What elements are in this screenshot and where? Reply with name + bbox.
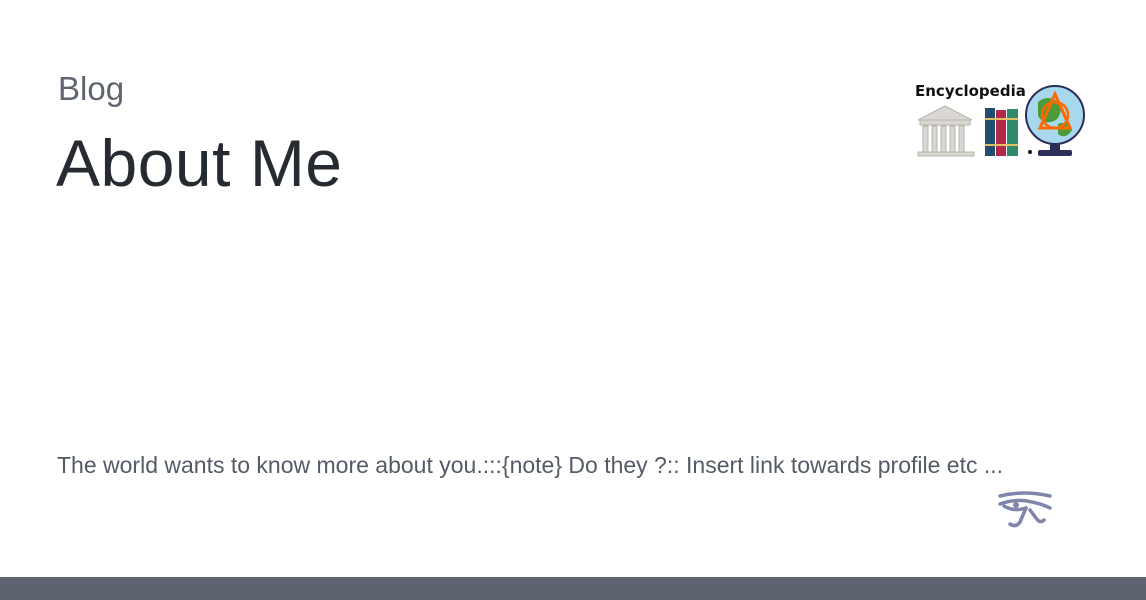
section-label: Blog: [58, 70, 125, 107]
encyclopedia-logo: Encyclopedia: [910, 80, 1090, 160]
page-description: The world wants to know more about you.:…: [57, 452, 1004, 478]
eye-of-horus-icon: [998, 491, 1052, 528]
social-card: Blog About Me Encyclopedia The world wan…: [0, 0, 1146, 600]
footer-bar: [0, 577, 1146, 600]
page-title: About Me: [56, 126, 343, 200]
logo-wordmark: Encyclopedia: [915, 82, 1026, 100]
